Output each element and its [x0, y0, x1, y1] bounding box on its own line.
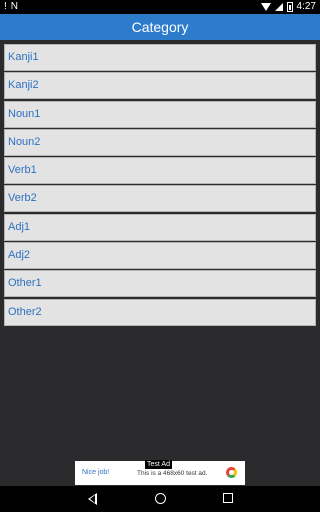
category-list: Kanji1 Kanji2 Noun1 Noun2 Verb1 Verb2 Ad… [4, 44, 316, 327]
home-icon[interactable] [155, 493, 166, 504]
ad-banner[interactable]: Test Ad Nice job! This is a 468x60 test … [75, 460, 245, 485]
category-item-other2[interactable]: Other2 [4, 298, 316, 326]
status-notifications: ! N [4, 1, 18, 13]
ad-description: This is a 468x60 test ad. [137, 470, 208, 477]
category-item-kanji2[interactable]: Kanji2 [4, 72, 316, 100]
page-title: Category [131, 19, 189, 35]
category-item-noun2[interactable]: Noun2 [4, 128, 316, 156]
app-bar: Category [0, 14, 320, 40]
category-item-other1[interactable]: Other1 [4, 270, 316, 298]
category-item-verb2[interactable]: Verb2 [4, 185, 316, 213]
notification-n-icon: N [10, 1, 19, 12]
status-system-icons: 4:27 [260, 1, 316, 13]
status-time: 4:27 [296, 1, 316, 12]
category-item-adj2[interactable]: Adj2 [4, 242, 316, 270]
ad-cta-text[interactable]: Nice job! [82, 469, 109, 476]
battery-icon [286, 2, 293, 12]
category-item-kanji1[interactable]: Kanji1 [4, 44, 316, 71]
status-bar: ! N 4:27 [0, 0, 320, 14]
test-ad-badge: Test Ad [145, 460, 172, 469]
wifi-icon [260, 3, 271, 11]
category-item-noun1[interactable]: Noun1 [4, 100, 316, 128]
navigation-bar [0, 486, 320, 512]
category-item-adj1[interactable]: Adj1 [4, 213, 316, 241]
category-item-verb1[interactable]: Verb1 [4, 157, 316, 185]
signal-icon [274, 3, 283, 11]
adchoices-logo-icon[interactable] [226, 467, 237, 478]
recent-apps-icon[interactable] [223, 493, 233, 503]
back-icon[interactable] [88, 493, 97, 505]
alert-icon: ! [4, 1, 7, 12]
